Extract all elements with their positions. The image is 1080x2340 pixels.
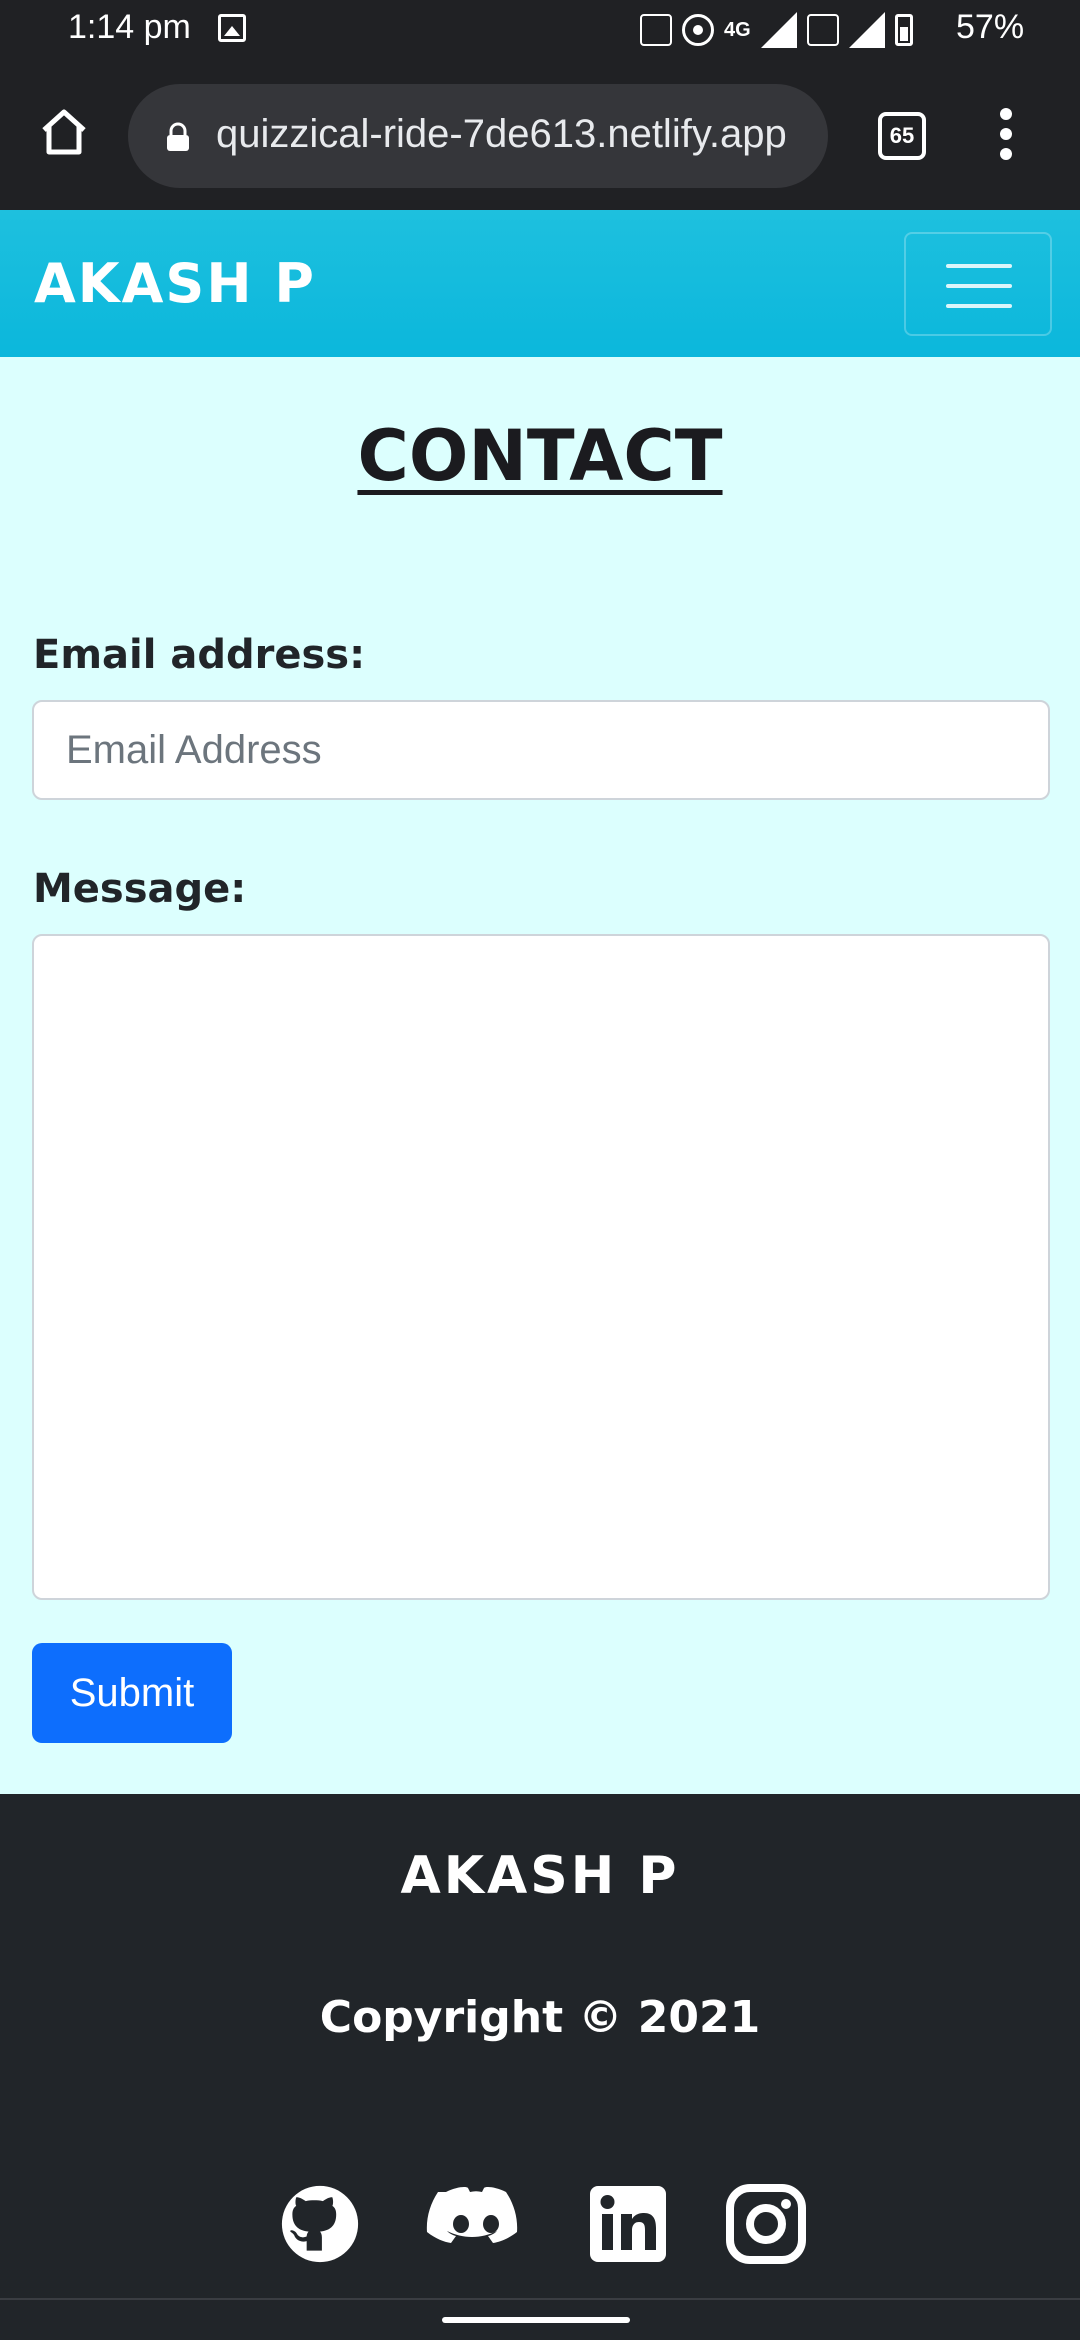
navbar-brand[interactable]: AKASH P <box>34 252 316 315</box>
submit-button[interactable]: Submit <box>32 1643 232 1743</box>
url-text: quizzical-ride-7de613.netlify.app <box>216 112 787 156</box>
navbar: AKASH P <box>0 210 1080 357</box>
footer: AKASH P Copyright © 2021 <box>0 1794 1080 2340</box>
gallery-notification-icon <box>218 14 246 42</box>
battery-icon <box>894 14 913 46</box>
network-type: 4G <box>724 18 751 41</box>
tab-switcher-button[interactable]: 65 <box>878 112 926 160</box>
github-icon[interactable] <box>278 2184 362 2264</box>
email-label: Email address: <box>33 632 366 678</box>
instagram-icon[interactable] <box>726 2184 806 2264</box>
navbar-toggler-button[interactable] <box>904 232 1052 336</box>
address-bar[interactable]: quizzical-ride-7de613.netlify.app <box>128 84 828 188</box>
linkedin-icon[interactable] <box>590 2184 668 2264</box>
footer-name: AKASH P <box>400 1846 680 1906</box>
message-field[interactable] <box>32 934 1050 1600</box>
auto-hz-icon <box>640 14 672 46</box>
signal-sim2-icon <box>848 12 885 48</box>
page-title: CONTACT <box>357 415 723 497</box>
message-label: Message: <box>33 866 247 912</box>
home-icon[interactable] <box>38 106 90 158</box>
gesture-handle[interactable] <box>442 2317 630 2323</box>
browser-toolbar: quizzical-ride-7de613.netlify.app 65 <box>0 58 1080 210</box>
volte-icon <box>806 14 839 46</box>
status-time: 1:14 pm <box>68 8 191 46</box>
hotspot-icon <box>682 14 714 46</box>
status-bar: 1:14 pm 4G 57% <box>0 0 1080 58</box>
status-icons: 4G <box>640 10 913 50</box>
battery-percent: 57% <box>956 8 1025 46</box>
discord-icon[interactable] <box>426 2184 526 2264</box>
page-content: AKASH P CONTACT Email address: Message: … <box>0 210 1080 2340</box>
lock-icon <box>164 122 192 152</box>
signal-sim1-icon <box>760 12 797 48</box>
nav-divider <box>0 2298 1080 2300</box>
footer-copyright: Copyright © 2021 <box>319 1992 761 2043</box>
email-field[interactable] <box>32 700 1050 800</box>
more-menu-icon[interactable] <box>996 108 1016 164</box>
